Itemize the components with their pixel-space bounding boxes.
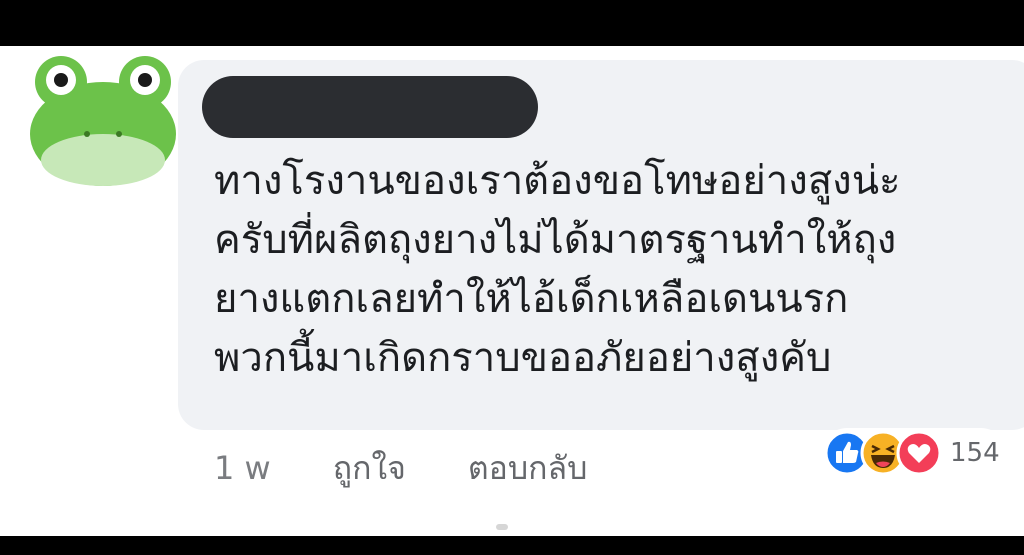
comment-line: ครับที่ผลิตถุงยางไม่ได้มาตรฐานทำให้ถุง [214,217,897,263]
reaction-count: 154 [950,438,1000,468]
comment-line: ทางโรงานของเราต้องขอโทษอย่างสูงน่ะ [214,158,901,204]
avatar[interactable] [30,56,176,186]
comment-line: ยางแตกเลยทำให้ไอ้เด็กเหลือเดนนรก [214,276,849,322]
screenshot-frame: ทางโรงานของเราต้องขอโทษอย่างสูงน่ะ ครับท… [0,0,1024,555]
comment-timestamp[interactable]: 1 w [214,449,271,487]
reply-button[interactable]: ตอบกลับ [468,443,588,494]
comment-bubble: ทางโรงานของเราต้องขอโทษอย่างสูงน่ะ ครับท… [178,60,1024,430]
comment-screen: ทางโรงานของเราต้องขอโทษอย่างสูงน่ะ ครับท… [0,46,1024,536]
reactions-summary[interactable]: 154 [822,428,1006,478]
scroll-indicator [496,524,508,530]
comment-line: พวกนี้มาเกิดกราบขออภัยอย่างสูงคับ [214,335,832,381]
frog-avatar-icon [30,56,176,186]
love-icon [896,430,942,476]
comment-actions: 1 w ถูกใจ ตอบกลับ [214,446,587,490]
like-button[interactable]: ถูกใจ [333,443,406,494]
author-name-redacted[interactable] [202,76,538,138]
comment-text: ทางโรงานของเราต้องขอโทษอย่างสูงน่ะ ครับท… [214,152,1024,388]
